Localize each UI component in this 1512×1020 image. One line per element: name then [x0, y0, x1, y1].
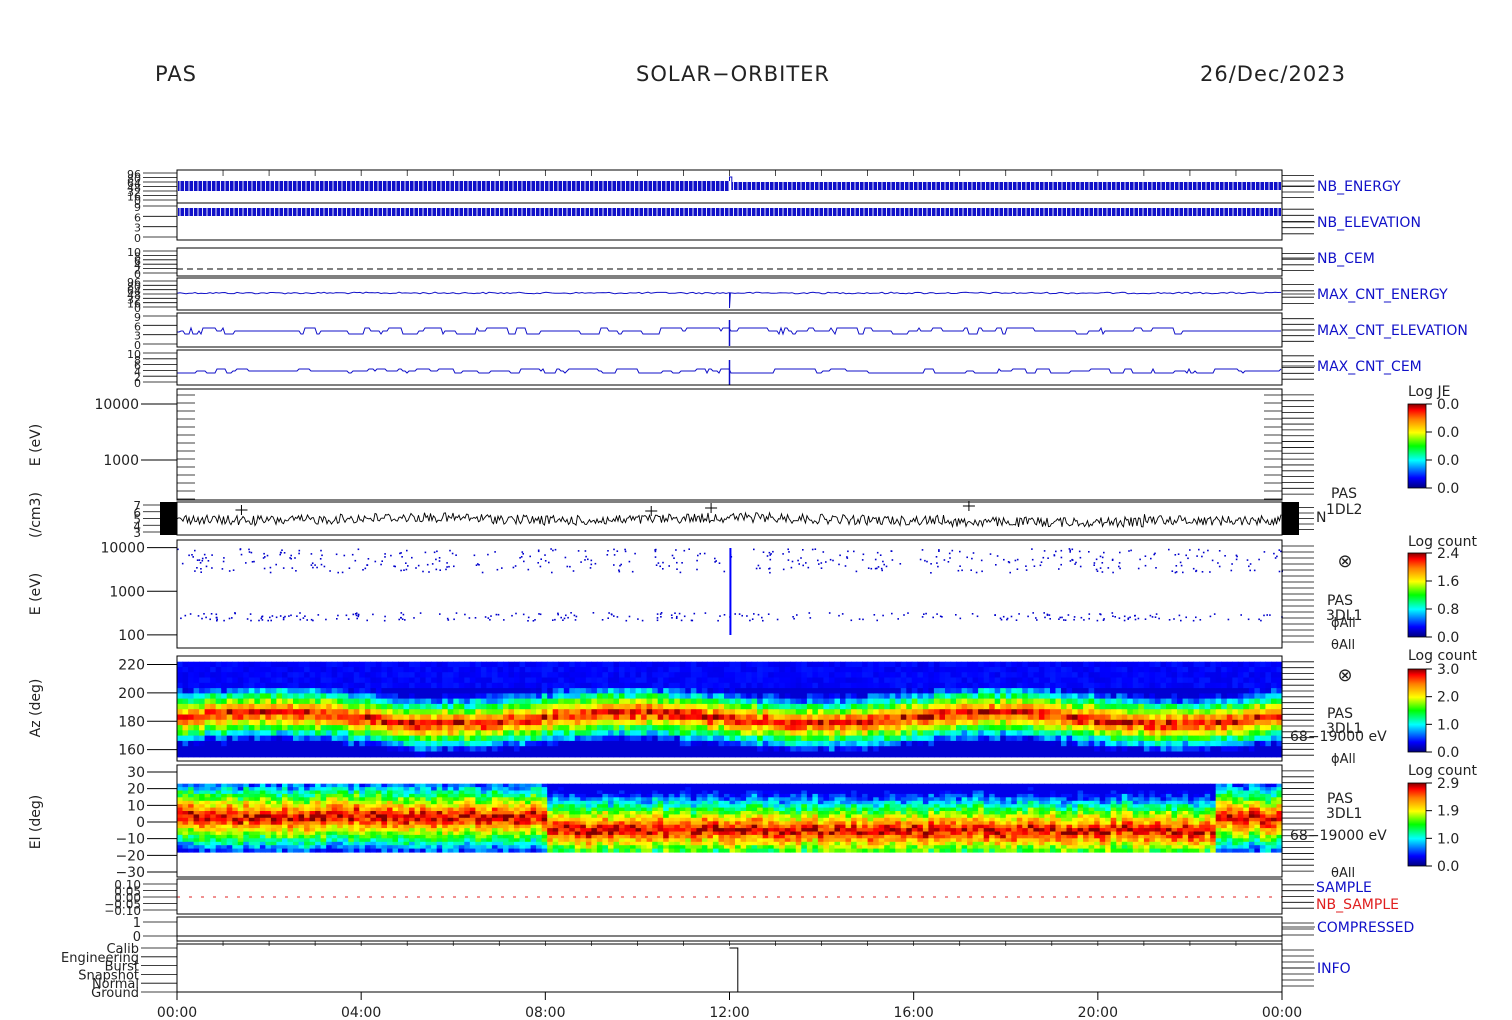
pas-summary-plot: 9680644832160NB_ENERGY9630NB_ELEVATION10… — [28, 168, 1477, 1020]
